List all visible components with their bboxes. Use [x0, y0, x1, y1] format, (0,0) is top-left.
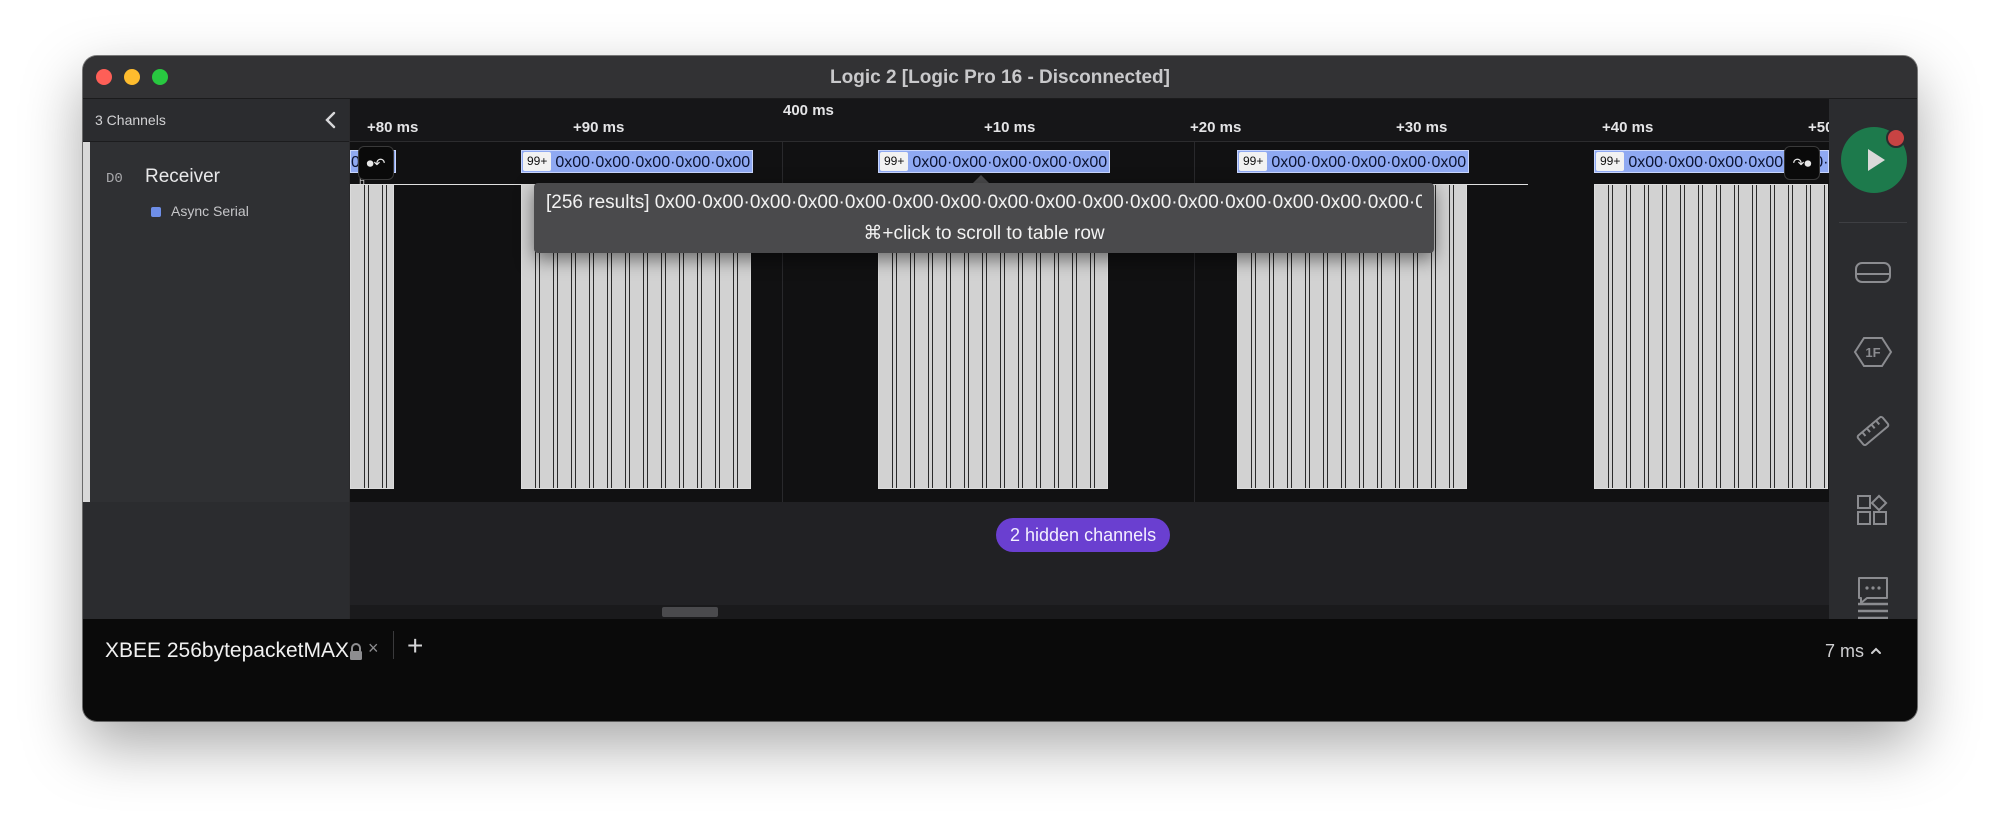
- title-bar: Logic 2 [Logic Pro 16 - Disconnected]: [83, 56, 1917, 99]
- svg-text:1F: 1F: [1865, 345, 1880, 360]
- right-toolbar: 1F: [1829, 99, 1917, 619]
- analyzer-color-dot: [151, 207, 161, 217]
- waveform-view[interactable]: +80 ms +90 ms 400 ms +10 ms +20 ms +30 m…: [350, 99, 1833, 619]
- 1f-hexagon-icon[interactable]: 1F: [1853, 332, 1893, 372]
- channels-count: 3 Channels: [95, 112, 166, 128]
- chevron-left-icon[interactable]: [321, 109, 341, 131]
- time-tick: +20 ms: [1190, 119, 1242, 136]
- scrollbar-thumb[interactable]: [662, 607, 718, 617]
- lock-icon[interactable]: [348, 642, 364, 662]
- capture-duration[interactable]: 7 ms: [1825, 641, 1864, 662]
- channel-name[interactable]: Receiver: [145, 166, 220, 188]
- ruler-icon[interactable]: [1853, 411, 1893, 451]
- result-count-badge: 99+: [1596, 152, 1625, 171]
- hamburger-menu-icon[interactable]: [1853, 595, 1893, 619]
- recording-indicator-dot: [1886, 128, 1906, 148]
- channel-id: D0: [106, 171, 123, 187]
- time-tick: +30 ms: [1396, 119, 1448, 136]
- time-tick: +80 ms: [367, 119, 419, 136]
- channels-header: 3 Channels: [83, 99, 349, 142]
- time-tick: +90 ms: [573, 119, 625, 136]
- extensions-icon[interactable]: [1853, 491, 1893, 531]
- serial-burst: [350, 184, 394, 489]
- capture-tab-title[interactable]: XBEE 256bytepacketMAX: [105, 639, 349, 663]
- result-count-badge: 99+: [523, 152, 552, 171]
- time-tick: +10 ms: [984, 119, 1036, 136]
- decoded-frame-text: 0x00·0x00·0x00·0x00·0x00·0x00: [555, 154, 753, 171]
- serial-burst: [1594, 184, 1828, 489]
- tab-separator: [393, 631, 394, 659]
- chevron-up-icon[interactable]: [1869, 644, 1883, 658]
- device-icon[interactable]: [1853, 252, 1893, 292]
- channel-row-d0[interactable]: D0 Receiver Async Serial: [83, 142, 349, 502]
- channels-sidebar: 3 Channels D0 Receiver Async Serial: [83, 99, 349, 619]
- time-major-label: 400 ms: [783, 102, 834, 119]
- toolbar-separator: [1839, 222, 1907, 223]
- app-window: Logic 2 [Logic Pro 16 - Disconnected] 3 …: [83, 56, 1917, 721]
- decoded-frame-text: 0x00·0x00·0x00·0x00·0x00·0x00: [1271, 154, 1469, 171]
- decoded-frame[interactable]: 99+0x00·0x00·0x00·0x00·0x00·0x00: [521, 150, 753, 173]
- decoded-frame[interactable]: 99+0x00·0x00·0x00·0x00·0x00·0x00: [878, 150, 1110, 173]
- jump-next-button[interactable]: ↷⏺: [1784, 146, 1820, 180]
- close-tab-button[interactable]: ×: [368, 638, 379, 659]
- window-title: Logic 2 [Logic Pro 16 - Disconnected]: [830, 67, 1170, 88]
- jump-previous-button[interactable]: ⏺↶: [358, 146, 394, 180]
- time-tick: +40 ms: [1602, 119, 1654, 136]
- channel-waveform[interactable]: H L 0x00 ⏺↶ 99+0x00·0x00·0x00·0x00·0x00·…: [350, 142, 1829, 502]
- decoded-frame[interactable]: 99+0x00·0x00·0x00·0x00·0x00·0x00: [1237, 150, 1469, 173]
- decoded-frame-text: 0x00·0x00·0x00·0x00·0x00·0x00: [912, 154, 1110, 171]
- add-tab-button[interactable]: +: [407, 632, 423, 660]
- result-count-badge: 99+: [1239, 152, 1268, 171]
- decode-tooltip: [256 results] 0x00·0x00·0x00·0x00·0x00·0…: [534, 183, 1434, 253]
- horizontal-scrollbar[interactable]: [350, 605, 1829, 619]
- tooltip-results: [256 results] 0x00·0x00·0x00·0x00·0x00·0…: [546, 192, 1422, 213]
- tooltip-arrow: [973, 175, 989, 183]
- hidden-channels-button[interactable]: 2 hidden channels: [996, 518, 1171, 552]
- analyzer-name[interactable]: Async Serial: [171, 203, 249, 219]
- tooltip-hint: ⌘+click to scroll to table row: [863, 223, 1105, 244]
- result-count-badge: 99+: [880, 152, 909, 171]
- capture-tab-bar: XBEE 256bytepacketMAX × + 7 ms: [83, 619, 1917, 721]
- time-ruler[interactable]: +80 ms +90 ms 400 ms +10 ms +20 ms +30 m…: [350, 99, 1833, 142]
